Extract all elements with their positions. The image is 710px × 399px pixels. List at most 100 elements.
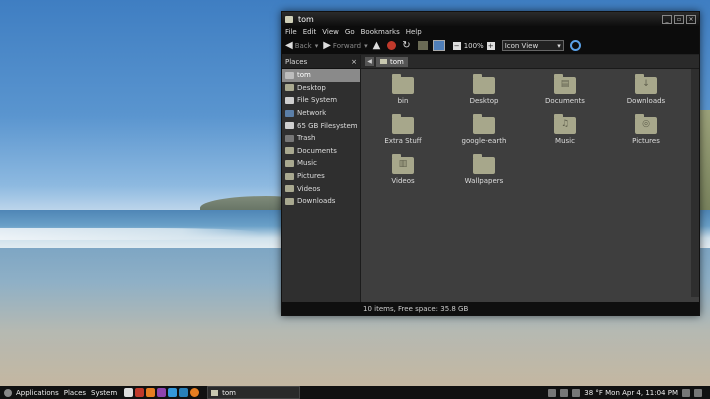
reload-button[interactable]: ↻ bbox=[402, 40, 412, 51]
stop-icon[interactable] bbox=[387, 41, 397, 50]
forward-button[interactable]: ▶ Forward ▾ bbox=[323, 40, 367, 51]
sidebar-item-documents[interactable]: Documents bbox=[282, 145, 360, 158]
sidebar-item-label: Trash bbox=[297, 134, 316, 143]
sidebar-item-label: File System bbox=[297, 96, 338, 105]
folder-icon bbox=[473, 74, 495, 94]
gnome-foot-icon bbox=[4, 388, 12, 397]
window-titlebar[interactable]: tom _ ▫ × bbox=[282, 12, 699, 26]
menu-bookmarks[interactable]: Bookmarks bbox=[361, 28, 400, 36]
back-button[interactable]: ◀ Back ▾ bbox=[285, 40, 318, 51]
folder-item[interactable]: Wallpapers bbox=[454, 154, 514, 185]
folder-label: Documents bbox=[545, 97, 585, 105]
home-icon bbox=[285, 71, 294, 79]
sidebar-item-tom[interactable]: tom bbox=[282, 69, 360, 82]
search-icon[interactable] bbox=[569, 40, 581, 51]
menu-view[interactable]: View bbox=[322, 28, 339, 36]
menu-file[interactable]: File bbox=[285, 28, 297, 36]
chevron-down-icon[interactable]: ▾ bbox=[364, 42, 368, 50]
chat-icon[interactable] bbox=[157, 388, 167, 397]
back-arrow-icon: ◀ bbox=[285, 40, 293, 51]
folder-label: google-earth bbox=[461, 137, 507, 145]
system-menu[interactable]: System bbox=[91, 389, 117, 397]
videos-folder-icon: ▥ bbox=[392, 154, 414, 174]
sidebar-item-music[interactable]: Music bbox=[282, 157, 360, 170]
view-mode-label: Icon View bbox=[504, 41, 539, 50]
folder-item[interactable]: ▥ Videos bbox=[373, 154, 433, 185]
folder-icon bbox=[285, 84, 294, 92]
globe-icon[interactable] bbox=[179, 388, 189, 397]
sidebar-item-desktop[interactable]: Desktop bbox=[282, 82, 360, 95]
minimize-button[interactable]: _ bbox=[662, 14, 672, 24]
zoom-in-button[interactable]: + bbox=[486, 41, 495, 50]
firefox-icon[interactable] bbox=[190, 388, 200, 397]
volume-icon[interactable] bbox=[548, 388, 557, 397]
breadcrumb-label: tom bbox=[390, 57, 404, 66]
menubar: File Edit View Go Bookmarks Help bbox=[282, 26, 699, 37]
places-menu[interactable]: Places bbox=[64, 389, 86, 397]
folder-item[interactable]: google-earth bbox=[454, 114, 514, 145]
sidebar-item-network[interactable]: Network bbox=[282, 107, 360, 120]
taskbar-window-button[interactable]: tom bbox=[207, 386, 301, 399]
folder-icon bbox=[285, 147, 294, 155]
sidebar-item-label: Documents bbox=[297, 146, 337, 155]
breadcrumb-tom[interactable]: tom bbox=[376, 56, 408, 67]
folder-item[interactable]: ◎ Pictures bbox=[616, 114, 676, 145]
folder-label: Wallpapers bbox=[464, 177, 504, 185]
user-icon[interactable] bbox=[682, 388, 690, 397]
home-icon bbox=[380, 59, 387, 64]
menu-go[interactable]: Go bbox=[345, 28, 355, 36]
vertical-scrollbar[interactable] bbox=[691, 69, 699, 297]
sidebar-item-filesystem-65gb[interactable]: 65 GB Filesystem bbox=[282, 119, 360, 132]
sidebar-item-label: Music bbox=[297, 159, 317, 168]
downloads-folder-icon: ↓ bbox=[635, 74, 657, 94]
pictures-folder-icon: ◎ bbox=[635, 114, 657, 134]
music-folder-icon: ♫ bbox=[554, 114, 576, 134]
network-status-icon[interactable] bbox=[560, 388, 569, 397]
folder-label: Music bbox=[555, 137, 575, 145]
up-button[interactable]: ▲ bbox=[373, 40, 383, 51]
sidebar-item-label: Pictures bbox=[297, 172, 325, 181]
folder-item[interactable]: bin bbox=[373, 74, 433, 105]
applications-menu[interactable]: Applications bbox=[16, 389, 59, 397]
menu-help[interactable]: Help bbox=[406, 28, 422, 36]
folder-item[interactable]: ↓ Downloads bbox=[616, 74, 676, 105]
sidebar-item-downloads[interactable]: Downloads bbox=[282, 195, 360, 208]
weather-icon[interactable] bbox=[572, 388, 581, 397]
menu-edit[interactable]: Edit bbox=[303, 28, 317, 36]
folder-icon bbox=[473, 154, 495, 174]
folder-item[interactable]: ♫ Music bbox=[535, 114, 595, 145]
chevron-down-icon[interactable]: ▾ bbox=[315, 42, 319, 50]
folder-icon bbox=[285, 15, 293, 23]
maximize-button[interactable]: ▫ bbox=[674, 14, 684, 24]
launchers bbox=[124, 388, 201, 397]
computer-icon[interactable] bbox=[432, 40, 445, 51]
documents-folder-icon: ▤ bbox=[554, 74, 576, 94]
folder-icon bbox=[285, 197, 294, 205]
path-scroll-left-icon[interactable]: ◀ bbox=[365, 57, 374, 66]
file-view: ◀ tom bin Desktop ▤ Documents ↓ Downloads … bbox=[361, 55, 699, 302]
file-manager-window: tom _ ▫ × File Edit View Go Bookmarks He… bbox=[281, 11, 700, 316]
sidebar-item-pictures[interactable]: Pictures bbox=[282, 170, 360, 183]
folder-item[interactable]: Desktop bbox=[454, 74, 514, 105]
view-mode-select[interactable]: Icon View ▾ bbox=[501, 40, 564, 51]
app-launcher-icon[interactable] bbox=[135, 388, 145, 397]
sidebar-item-label: Downloads bbox=[297, 197, 336, 206]
folder-item[interactable]: Extra Stuff bbox=[373, 114, 433, 145]
clock[interactable]: 38 °F Mon Apr 4, 11:04 PM bbox=[584, 389, 678, 397]
power-icon[interactable] bbox=[694, 388, 702, 397]
home-folder-icon[interactable] bbox=[417, 41, 428, 50]
sidebar-item-videos[interactable]: Videos bbox=[282, 182, 360, 195]
window-title: tom bbox=[298, 14, 314, 24]
sidebar-header-label[interactable]: Places bbox=[285, 58, 307, 66]
zoom-out-button[interactable]: − bbox=[452, 41, 461, 50]
tools-icon[interactable] bbox=[146, 388, 156, 397]
text-editor-icon[interactable] bbox=[124, 388, 134, 397]
chevron-down-icon: ▾ bbox=[557, 41, 561, 50]
folder-item[interactable]: ▤ Documents bbox=[535, 74, 595, 105]
sidebar-item-file-system[interactable]: File System bbox=[282, 94, 360, 107]
network-tool-icon[interactable] bbox=[168, 388, 178, 397]
sidebar-close-button[interactable]: × bbox=[351, 58, 357, 66]
places-sidebar: Places × tom Desktop File System Network… bbox=[282, 55, 361, 302]
sidebar-item-trash[interactable]: Trash bbox=[282, 132, 360, 145]
close-button[interactable]: × bbox=[686, 14, 696, 24]
